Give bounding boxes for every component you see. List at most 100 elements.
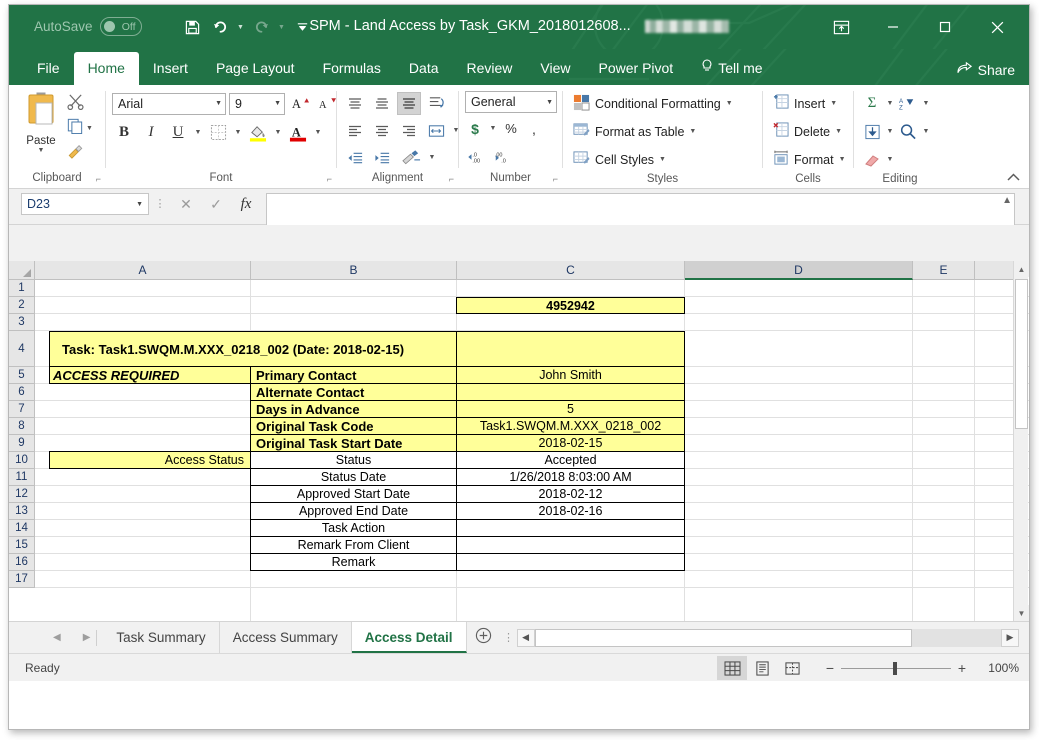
fill-color-button[interactable]	[246, 121, 270, 144]
row-header-7[interactable]: 7	[9, 401, 35, 418]
sheet-tab-access-summary[interactable]: Access Summary	[220, 622, 352, 653]
new-sheet-button[interactable]	[467, 627, 501, 648]
horizontal-scrollbar[interactable]: ◀ ▶	[516, 628, 1019, 647]
cancel-formula-icon[interactable]: ✕	[171, 193, 201, 215]
save-icon[interactable]	[179, 16, 205, 38]
row-header-8[interactable]: 8	[9, 418, 35, 435]
vertical-scroll-thumb[interactable]	[1015, 279, 1028, 429]
autosum-icon[interactable]: Σ	[860, 92, 884, 115]
expand-formula-bar-icon[interactable]: ▲	[1002, 195, 1012, 206]
ribbon-tab-insert[interactable]: Insert	[139, 52, 202, 85]
fill-icon[interactable]	[860, 120, 884, 143]
number-format-combo[interactable]: General ▼	[465, 91, 557, 113]
cell-c13[interactable]: 2018-02-16	[456, 502, 685, 520]
ribbon-tab-page-layout[interactable]: Page Layout	[202, 52, 309, 85]
cell-b7[interactable]: Days in Advance	[250, 400, 457, 418]
redo-dropdown-icon[interactable]: ▼	[276, 24, 287, 31]
cell-c15[interactable]	[456, 536, 685, 554]
row-header-2[interactable]: 2	[9, 297, 35, 314]
find-select-dropdown-icon[interactable]: ▼	[921, 128, 931, 135]
row-header-4[interactable]: 4	[9, 331, 35, 367]
autosave-toggle[interactable]: AutoSave Off	[34, 17, 142, 36]
name-box-dropdown-icon[interactable]: ▼	[136, 201, 143, 208]
column-header-d[interactable]: D	[685, 261, 913, 280]
ribbon-tab-home[interactable]: Home	[73, 52, 139, 85]
borders-button[interactable]	[206, 121, 230, 144]
center-align-icon[interactable]	[370, 119, 394, 142]
conditional-formatting-dropdown-icon[interactable]: ▼	[726, 100, 733, 107]
ribbon-tab-review[interactable]: Review	[453, 52, 527, 85]
zoom-level-label[interactable]: 100%	[973, 661, 1019, 675]
redo-icon[interactable]	[248, 16, 274, 38]
row-header-9[interactable]: 9	[9, 435, 35, 452]
sort-filter-icon[interactable]: AZ	[896, 92, 920, 115]
scroll-right-icon[interactable]: ▶	[1001, 628, 1019, 647]
cell-c16[interactable]	[456, 553, 685, 571]
cell-a4-task-title[interactable]: Task: Task1.SWQM.M.XXX_0218_002 (Date: 2…	[49, 331, 457, 367]
clear-dropdown-icon[interactable]: ▼	[885, 156, 895, 163]
cell-c8[interactable]: Task1.SWQM.M.XXX_0218_002	[456, 417, 685, 435]
bottom-align-icon[interactable]	[397, 92, 421, 115]
middle-align-icon[interactable]	[370, 92, 394, 115]
paste-button[interactable]: Paste ▼	[15, 90, 67, 154]
customize-qat-icon[interactable]	[289, 16, 315, 38]
row-header-14[interactable]: 14	[9, 520, 35, 537]
clipboard-dialog-launcher[interactable]: ⌐	[96, 172, 101, 187]
cell-b9[interactable]: Original Task Start Date	[250, 434, 457, 452]
insert-function-icon[interactable]: fx	[231, 193, 261, 215]
cell-styles-button[interactable]: Cell Styles ▼	[569, 147, 670, 172]
increase-font-size-icon[interactable]: A	[288, 92, 312, 115]
alignment-dialog-launcher[interactable]: ⌐	[449, 172, 454, 187]
horizontal-scroll-thumb[interactable]	[534, 628, 913, 647]
previous-sheet-icon[interactable]: ◀	[53, 632, 61, 643]
bold-button[interactable]: B	[112, 121, 136, 144]
cell-c10[interactable]: Accepted	[456, 451, 685, 469]
ribbon-tab-file[interactable]: File	[23, 52, 74, 85]
row-header-1[interactable]: 1	[9, 280, 35, 297]
number-dialog-launcher[interactable]: ⌐	[553, 172, 558, 187]
find-select-icon[interactable]	[896, 120, 920, 143]
font-name-combo[interactable]: Arial ▼	[112, 92, 226, 115]
row-header-3[interactable]: 3	[9, 314, 35, 331]
close-icon[interactable]	[971, 5, 1023, 49]
cell-a5-access-required[interactable]: ACCESS REQUIRED	[49, 366, 251, 384]
column-header-e[interactable]: E	[913, 261, 975, 280]
sheet-tab-splitter[interactable]: ⋮	[501, 631, 517, 644]
align-left-icon[interactable]	[343, 119, 367, 142]
copy-button[interactable]: ▼	[67, 117, 93, 140]
sheet-tab-access-detail[interactable]: Access Detail	[351, 622, 467, 653]
font-color-dropdown-icon[interactable]: ▼	[313, 129, 323, 136]
row-header-10[interactable]: 10	[9, 452, 35, 469]
normal-view-icon[interactable]	[717, 656, 747, 680]
cell-b14[interactable]: Task Action	[250, 519, 457, 537]
cell-b6[interactable]: Alternate Contact	[250, 383, 457, 401]
cell-a10-access-status[interactable]: Access Status	[49, 451, 251, 469]
increase-indent-icon[interactable]	[370, 146, 394, 169]
cell-b10[interactable]: Status	[250, 451, 457, 469]
comma-style-icon[interactable]: ,	[524, 117, 544, 140]
font-dialog-launcher[interactable]: ⌐	[327, 172, 332, 187]
cell-styles-dropdown-icon[interactable]: ▼	[659, 156, 666, 163]
italic-button[interactable]: I	[139, 121, 163, 144]
decrease-font-size-icon[interactable]: A	[315, 92, 339, 115]
format-cells-button[interactable]: Format ▼	[769, 147, 850, 172]
font-color-button[interactable]: A	[286, 121, 310, 144]
delete-cells-button[interactable]: Delete ▼	[769, 119, 846, 144]
row-header-11[interactable]: 11	[9, 469, 35, 486]
zoom-slider-track[interactable]	[841, 661, 951, 675]
formula-bar-handle[interactable]: ⋮	[149, 193, 171, 215]
decrease-indent-icon[interactable]	[343, 146, 367, 169]
row-header-6[interactable]: 6	[9, 384, 35, 401]
row-header-5[interactable]: 5	[9, 367, 35, 384]
tell-me-box[interactable]: Tell me	[687, 52, 776, 85]
ribbon-tab-power-pivot[interactable]: Power Pivot	[585, 52, 688, 85]
scroll-down-icon[interactable]: ▼	[1014, 605, 1029, 621]
row-header-13[interactable]: 13	[9, 503, 35, 520]
cell-c5[interactable]: John Smith	[456, 366, 685, 384]
vertical-scrollbar[interactable]: ▲ ▼	[1013, 261, 1029, 621]
ribbon-display-options-icon[interactable]	[815, 5, 867, 49]
cell-c4[interactable]	[456, 331, 685, 367]
cut-button[interactable]	[67, 92, 93, 115]
cell-c14[interactable]	[456, 519, 685, 537]
cell-c9[interactable]: 2018-02-15	[456, 434, 685, 452]
